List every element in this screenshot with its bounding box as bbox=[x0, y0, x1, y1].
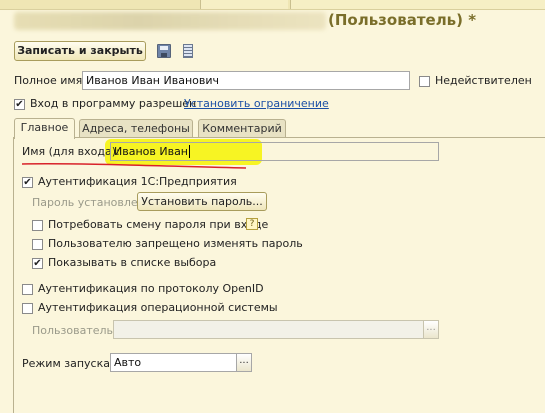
show-in-list-checkbox[interactable]: ✔ bbox=[32, 258, 43, 269]
login-name-field[interactable]: Иванов Иван bbox=[110, 142, 439, 161]
login-allowed-label: Вход в программу разрешен bbox=[30, 97, 197, 110]
launch-mode-label: Режим запуска: bbox=[22, 357, 114, 370]
require-change-checkbox[interactable] bbox=[32, 220, 43, 231]
login-allowed-checkbox[interactable]: ✔ bbox=[14, 99, 25, 110]
list-icon[interactable] bbox=[183, 44, 193, 58]
save-and-close-button[interactable]: Записать и закрыть bbox=[14, 41, 146, 61]
set-password-button[interactable]: Установить пароль... bbox=[137, 192, 267, 211]
forbid-change-checkbox[interactable] bbox=[32, 239, 43, 250]
auth-1c-label: Аутентификация 1С:Предприятия bbox=[38, 175, 237, 188]
full-name-field[interactable]: Иванов Иван Иванович bbox=[82, 71, 410, 90]
red-underline-annotation bbox=[21, 163, 247, 169]
launch-mode-field[interactable]: Авто bbox=[110, 353, 237, 372]
tab-addresses-phones[interactable]: Адреса, телефоны bbox=[79, 119, 193, 138]
inactive-label: Недействителен bbox=[435, 74, 532, 87]
password-set-label: Пароль установлен bbox=[32, 196, 145, 209]
openid-label: Аутентификация по протоколу OpenID bbox=[38, 282, 264, 295]
page-title: (Пользователь) * bbox=[328, 11, 477, 29]
auth-1c-checkbox[interactable]: ✔ bbox=[22, 177, 33, 188]
require-change-label: Потребовать смену пароля при входе bbox=[48, 218, 269, 231]
full-name-label: Полное имя: bbox=[14, 74, 86, 87]
os-auth-checkbox[interactable] bbox=[22, 303, 33, 314]
inactive-checkbox[interactable] bbox=[419, 76, 430, 87]
window-tab-strip bbox=[0, 0, 545, 10]
window-tab-divider bbox=[288, 0, 291, 9]
title-user-name-redacted bbox=[14, 12, 326, 30]
login-name-label: Имя (для входа): bbox=[22, 145, 120, 158]
help-icon[interactable]: ? bbox=[246, 218, 258, 230]
openid-checkbox[interactable] bbox=[22, 284, 33, 295]
tab-main[interactable]: Главное bbox=[14, 118, 75, 139]
forbid-change-label: Пользователю запрещено изменять пароль bbox=[48, 237, 303, 250]
os-auth-label: Аутентификация операционной системы bbox=[38, 301, 278, 314]
os-user-field[interactable] bbox=[113, 320, 424, 339]
set-restriction-link[interactable]: Установить ограничение bbox=[184, 97, 329, 110]
launch-mode-select-button[interactable]: ... bbox=[236, 353, 252, 372]
window-tab[interactable] bbox=[0, 0, 201, 9]
os-user-select-button[interactable]: ... bbox=[423, 320, 439, 339]
show-in-list-label: Показывать в списке выбора bbox=[48, 256, 217, 269]
tab-comment[interactable]: Комментарий bbox=[198, 119, 286, 138]
floppy-disk-icon[interactable] bbox=[157, 44, 171, 58]
os-user-label: Пользователь: bbox=[32, 324, 117, 337]
login-name-value: Иванов Иван bbox=[114, 145, 188, 158]
